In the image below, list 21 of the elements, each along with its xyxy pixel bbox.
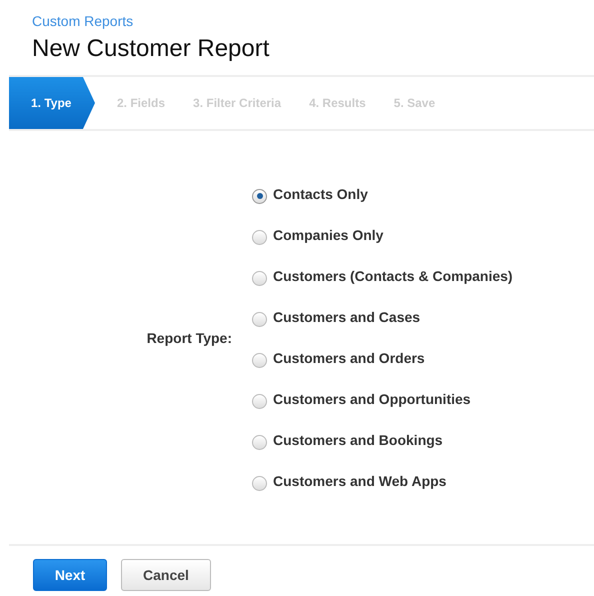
radio-button[interactable]	[252, 476, 267, 490]
cancel-button[interactable]: Cancel	[121, 559, 211, 591]
radio-button[interactable]	[252, 230, 267, 244]
option-label[interactable]: Customers and Opportunities	[273, 391, 471, 407]
radio-button[interactable]	[252, 312, 267, 326]
option-label[interactable]: Customers and Bookings	[273, 432, 443, 448]
option-label[interactable]: Companies Only	[273, 227, 384, 243]
field-label: Report Type:	[146, 330, 232, 346]
radio-button[interactable]	[252, 394, 267, 408]
option-label[interactable]: Customers and Cases	[273, 309, 420, 325]
step-tab[interactable]: 1. Type	[9, 77, 95, 129]
next-button[interactable]: Next	[33, 559, 107, 591]
radio-button[interactable]	[252, 270, 267, 286]
radio-button[interactable]	[252, 352, 267, 368]
option-label[interactable]: Customers (Contacts & Companies)	[273, 268, 513, 284]
option-label[interactable]: Contacts Only	[273, 186, 368, 202]
radio-button[interactable]	[252, 188, 267, 204]
radio-button[interactable]	[252, 434, 267, 450]
option-label[interactable]: Customers and Web Apps	[273, 473, 446, 489]
option-label[interactable]: Customers and Orders	[273, 350, 425, 366]
page-title: New Customer Report	[32, 35, 270, 63]
